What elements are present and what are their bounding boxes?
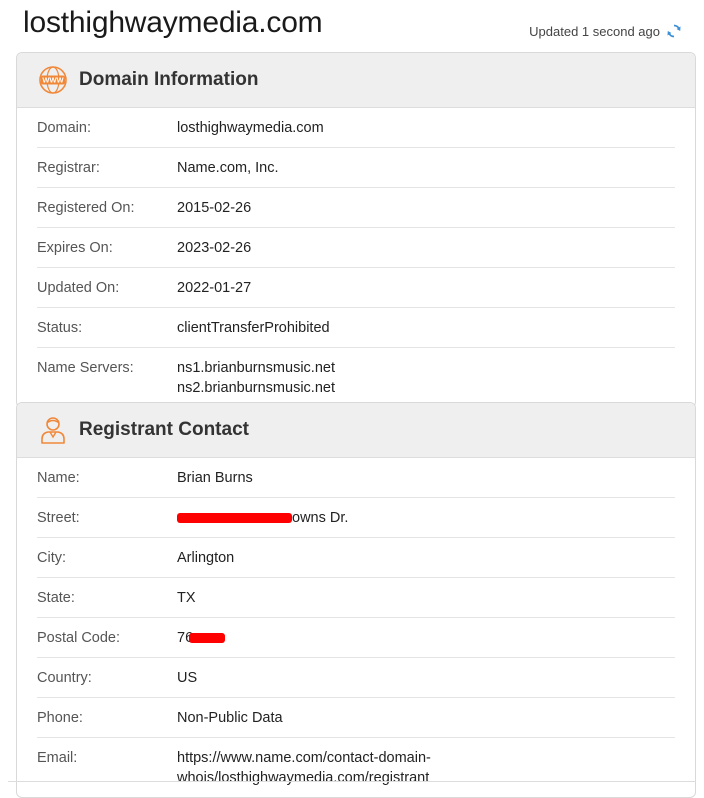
site-title: losthighwaymedia.com: [23, 6, 323, 39]
street-row: Street: owns Dr.: [37, 498, 675, 538]
svg-text:WWW: WWW: [42, 76, 64, 85]
registrant-contact-card: Registrant Contact Name: Brian Burns Str…: [16, 402, 696, 798]
row-value: TX: [177, 590, 196, 606]
row-value: Name.com, Inc.: [177, 160, 279, 176]
registrant-contact-header: Registrant Contact: [17, 403, 695, 458]
row-value: 2015-02-26: [177, 200, 252, 216]
domain-information-title: Domain Information: [79, 69, 259, 90]
redaction-mark: [177, 513, 292, 524]
row-label: Registered On:: [37, 200, 135, 216]
refresh-icon[interactable]: [666, 23, 682, 39]
row-value: Non-Public Data: [177, 710, 283, 726]
updated-on-row: Updated On: 2022-01-27: [37, 268, 675, 308]
row-value: clientTransferProhibited: [177, 320, 330, 336]
row-value: 2023-02-26: [177, 240, 252, 256]
www-globe-icon: WWW: [37, 64, 69, 96]
row-label: Country:: [37, 670, 92, 686]
row-label: Name Servers:: [37, 360, 134, 376]
row-label: Street:: [37, 510, 80, 526]
name-server-1[interactable]: ns1.brianburnsmusic.net: [177, 358, 335, 378]
city-row: City: Arlington: [37, 538, 675, 578]
registered-on-row: Registered On: 2015-02-26: [37, 188, 675, 228]
status-row: Status: clientTransferProhibited: [37, 308, 675, 348]
street-visible-text: owns Dr.: [292, 510, 349, 526]
domain-info-rows: Domain: losthighwaymedia.com Registrar: …: [17, 108, 695, 407]
redaction-mark: [189, 633, 226, 644]
row-value: losthighwaymedia.com: [177, 120, 324, 136]
row-label: Phone:: [37, 710, 83, 726]
name-server-2[interactable]: ns2.brianburnsmusic.net: [177, 378, 335, 398]
country-row: Country: US: [37, 658, 675, 698]
postal-code-row: Postal Code: 76: [37, 618, 675, 658]
registrant-contact-title: Registrant Contact: [79, 419, 249, 440]
row-label: Updated On:: [37, 280, 120, 296]
email-link[interactable]: https://www.name.com/contact-domain- who…: [177, 748, 431, 788]
expires-on-row: Expires On: 2023-02-26: [37, 228, 675, 268]
row-value: ns1.brianburnsmusic.net ns2.brianburnsmu…: [177, 358, 335, 398]
domain-row: Domain: losthighwaymedia.com: [37, 108, 675, 148]
registrant-rows: Name: Brian Burns Street: owns Dr. City:…: [17, 458, 695, 797]
email-row: Email: https://www.name.com/contact-doma…: [37, 738, 675, 797]
email-line-1: https://www.name.com/contact-domain-: [177, 750, 431, 766]
row-label: Email:: [37, 750, 78, 766]
name-row: Name: Brian Burns: [37, 458, 675, 498]
email-line-2: whois/losthighwaymedia.com/registrant: [177, 770, 430, 786]
row-label: Postal Code:: [37, 630, 121, 646]
row-value: Brian Burns: [177, 470, 253, 486]
domain-information-card: WWW Domain Information Domain: losthighw…: [16, 52, 696, 408]
name-servers-row: Name Servers: ns1.brianburnsmusic.net ns…: [37, 348, 675, 407]
page-divider: [8, 781, 696, 782]
row-label: Status:: [37, 320, 83, 336]
state-row: State: TX: [37, 578, 675, 618]
row-value: 76: [177, 628, 226, 648]
row-value: 2022-01-27: [177, 280, 252, 296]
registrar-row: Registrar: Name.com, Inc.: [37, 148, 675, 188]
updated-status: Updated 1 second ago: [529, 23, 682, 39]
domain-information-header: WWW Domain Information: [17, 53, 695, 108]
person-icon: [37, 414, 69, 446]
row-label: City:: [37, 550, 66, 566]
row-value: US: [177, 670, 198, 686]
phone-row: Phone: Non-Public Data: [37, 698, 675, 738]
row-label: Registrar:: [37, 160, 100, 176]
row-label: Expires On:: [37, 240, 113, 256]
row-value: Arlington: [177, 550, 235, 566]
row-label: Domain:: [37, 120, 91, 136]
row-value: owns Dr.: [177, 508, 348, 528]
updated-text: Updated 1 second ago: [529, 23, 660, 39]
row-label: State:: [37, 590, 75, 606]
row-label: Name:: [37, 470, 80, 486]
